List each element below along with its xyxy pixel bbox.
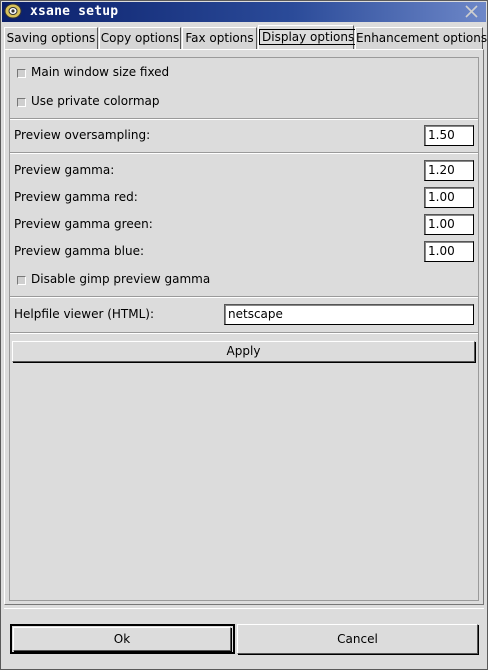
- tab-label: Copy options: [100, 31, 180, 45]
- separator: [10, 152, 478, 154]
- tab-label: Saving options: [6, 31, 96, 45]
- disable-gimp-gamma-label: Disable gimp preview gamma: [31, 272, 211, 286]
- tab-display-options[interactable]: Display options: [258, 25, 358, 49]
- main-window-fixed-toggle[interactable]: Main window size fixed: [17, 65, 177, 81]
- cancel-label: Cancel: [337, 632, 378, 646]
- window-title: xsane setup: [30, 4, 119, 19]
- preview-gamma-blue-label: Preview gamma blue:: [14, 244, 145, 258]
- preview-gamma-green-input[interactable]: 1.00: [424, 214, 474, 235]
- helpfile-viewer-label: Helpfile viewer (HTML):: [14, 307, 155, 321]
- preview-gamma-red-label: Preview gamma red:: [14, 190, 138, 204]
- separator: [10, 332, 478, 334]
- preview-oversampling-input[interactable]: 1.50: [424, 125, 474, 146]
- tab-enhancement-options[interactable]: Enhancement options: [355, 27, 487, 49]
- separator: [10, 296, 478, 298]
- xsane-app-icon[interactable]: [4, 3, 22, 19]
- helpfile-viewer-input[interactable]: netscape: [224, 304, 474, 325]
- tab-label: Fax options: [185, 31, 254, 45]
- separator: [10, 118, 478, 120]
- preview-gamma-blue-input[interactable]: 1.00: [424, 241, 474, 262]
- tab-bar: Saving options Copy options Fax options …: [4, 25, 487, 49]
- private-colormap-checkbox[interactable]: [17, 98, 26, 107]
- ok-button[interactable]: Ok: [13, 627, 231, 651]
- preview-gamma-green-label: Preview gamma green:: [14, 217, 153, 231]
- disable-gimp-gamma-checkbox[interactable]: [17, 276, 26, 285]
- preview-gamma-red-input[interactable]: 1.00: [424, 187, 474, 208]
- tab-fax-options[interactable]: Fax options: [182, 27, 257, 49]
- apply-label: Apply: [226, 344, 261, 358]
- tab-label: Enhancement options: [356, 31, 488, 45]
- disable-gimp-gamma-toggle[interactable]: Disable gimp preview gamma: [17, 272, 217, 288]
- main-window-fixed-checkbox[interactable]: [17, 69, 26, 78]
- preview-gamma-input[interactable]: 1.20: [424, 160, 474, 181]
- preview-gamma-label: Preview gamma:: [14, 163, 115, 177]
- ok-label: Ok: [113, 632, 131, 646]
- private-colormap-toggle[interactable]: Use private colormap: [17, 94, 177, 110]
- tab-copy-options[interactable]: Copy options: [99, 27, 181, 49]
- apply-button[interactable]: Apply: [12, 341, 475, 362]
- tab-label: Display options: [259, 29, 358, 45]
- tab-saving-options[interactable]: Saving options: [4, 27, 98, 49]
- main-window-fixed-label: Main window size fixed: [31, 65, 170, 79]
- private-colormap-label: Use private colormap: [31, 94, 160, 108]
- preview-oversampling-label: Preview oversampling:: [14, 128, 151, 142]
- close-button[interactable]: [461, 3, 483, 20]
- cancel-button[interactable]: Cancel: [237, 624, 478, 654]
